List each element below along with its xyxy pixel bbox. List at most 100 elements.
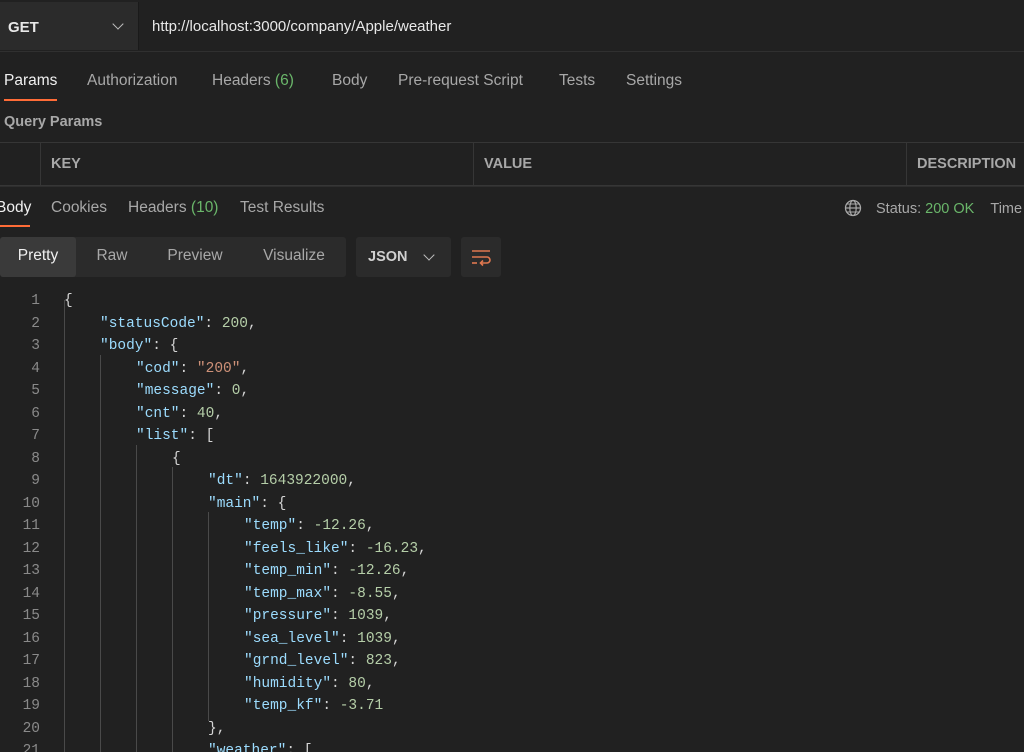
active-tab-indicator [0,225,30,227]
json-key: "temp_max" [244,585,332,602]
response-tab-test-results[interactable]: Test Results [240,199,324,217]
json-punctuation: : [322,698,340,714]
time-label: Time [990,201,1023,217]
tab-count-badge: (6) [274,72,294,89]
code-line: 4 "cod": "200", [0,358,1024,381]
code-content: "sea_level": 1039, [244,628,401,651]
tab-headers[interactable]: Headers (6) [212,72,294,90]
json-key: "message" [136,383,215,399]
view-mode-visualize[interactable]: Visualize [242,237,346,277]
tab-tests[interactable]: Tests [559,72,595,90]
format-select[interactable]: JSON [356,237,451,277]
json-punctuation: , [391,585,401,602]
json-key: "cnt" [136,405,180,422]
json-number: 40 [196,405,215,422]
tab-label: Body [0,199,32,216]
json-number: -12.26 [313,518,366,534]
tab-settings[interactable]: Settings [626,72,682,90]
json-punctuation: , [214,405,224,422]
column-header-value: VALUE [473,143,906,185]
line-number: 13 [22,563,40,579]
line-number: 17 [22,653,40,669]
response-tabs: Body Cookies Headers (10) Test Results S… [0,186,1024,229]
code-content: "feels_like": -16.23, [244,538,427,561]
line-number: 12 [22,540,40,557]
method-label: GET [8,19,39,36]
response-body-viewer[interactable]: 1{2 "statusCode": 200, 3 "body": {4 "cod": "… [0,289,1024,752]
json-key: "dt" [208,473,243,489]
json-punctuation: : [331,563,349,579]
active-tab-indicator [4,99,57,101]
response-tab-body[interactable]: Body [0,199,31,217]
wrap-lines-button[interactable] [461,237,501,277]
response-tab-cookies[interactable]: Cookies [51,199,107,217]
code-line: 6 "cnt": 40, [0,403,1024,426]
json-punctuation: : [348,540,366,557]
json-punctuation: : [339,630,358,647]
json-punctuation: , [240,383,250,399]
json-punctuation: : [296,518,314,534]
code-content: "temp_max": -8.55, [244,583,401,606]
json-key: "list" [136,428,189,444]
tab-pre-request-script[interactable]: Pre-request Script [398,72,523,90]
json-punctuation: : [ [286,743,313,752]
line-number: 20 [22,720,40,737]
json-number: -8.55 [348,585,392,602]
json-punctuation: , [365,675,375,692]
code-content: "weather": [ [208,740,312,752]
view-mode-preview[interactable]: Preview [148,237,242,277]
url-bar: GET [0,0,1024,52]
line-number: 16 [22,630,40,647]
json-key: "statusCode" [100,315,205,332]
response-view-toolbar: Pretty Raw Preview Visualize JSON [0,237,1024,277]
method-select[interactable]: GET [0,2,139,50]
json-string: "200" [196,360,241,377]
format-label: JSON [368,249,408,265]
json-punctuation: : [242,473,261,489]
code-line: 21 "weather": [ [0,740,1024,752]
json-punctuation: : { [152,338,179,354]
json-key: "feels_like" [244,540,349,557]
code-content: "humidity": 80, [244,673,375,696]
json-punctuation: : [214,383,232,399]
view-mode-raw[interactable]: Raw [76,237,148,277]
json-number: -12.26 [348,563,401,579]
line-number: 3 [31,338,40,354]
json-punctuation: , [240,360,250,377]
url-input[interactable] [139,2,1024,50]
code-content: "statusCode": 200, [100,313,257,336]
view-mode-pretty[interactable]: Pretty [0,237,76,277]
tab-label: Headers [212,72,271,89]
code-line: 7 "list": [ [0,425,1024,448]
line-number: 4 [31,360,40,377]
code-content: "list": [ [136,425,214,448]
code-content: "body": { [100,335,178,358]
json-punctuation: : [331,585,349,602]
json-punctuation: : [204,315,222,332]
json-punctuation: : [331,675,349,692]
globe-icon[interactable] [844,199,862,217]
code-content: "pressure": 1039, [244,605,392,628]
code-line: 10 "main": { [0,493,1024,516]
json-number: -3.71 [339,698,384,714]
column-header-description: DESCRIPTION [906,143,1024,185]
code-line: 1{ [0,290,1024,313]
tab-label: Cookies [51,199,107,216]
json-key: "cod" [136,360,180,377]
tab-label: Test Results [240,199,325,216]
json-punctuation: , [365,518,375,534]
tab-params[interactable]: Params [4,72,57,90]
json-number: -16.23 [365,540,419,557]
code-content: "dt": 1643922000, [208,470,356,493]
json-punctuation: , [347,473,356,489]
tab-body[interactable]: Body [332,72,367,90]
line-number: 9 [31,473,40,489]
json-punctuation: : [331,608,349,624]
query-params-table: KEY VALUE DESCRIPTION [0,142,1024,186]
json-punctuation: { [64,293,73,309]
response-tab-headers[interactable]: Headers (10) [128,199,218,217]
line-number: 15 [22,608,40,624]
json-punctuation: { [172,450,181,467]
code-line: 12 "feels_like": -16.23, [0,538,1024,561]
tab-authorization[interactable]: Authorization [87,72,177,90]
